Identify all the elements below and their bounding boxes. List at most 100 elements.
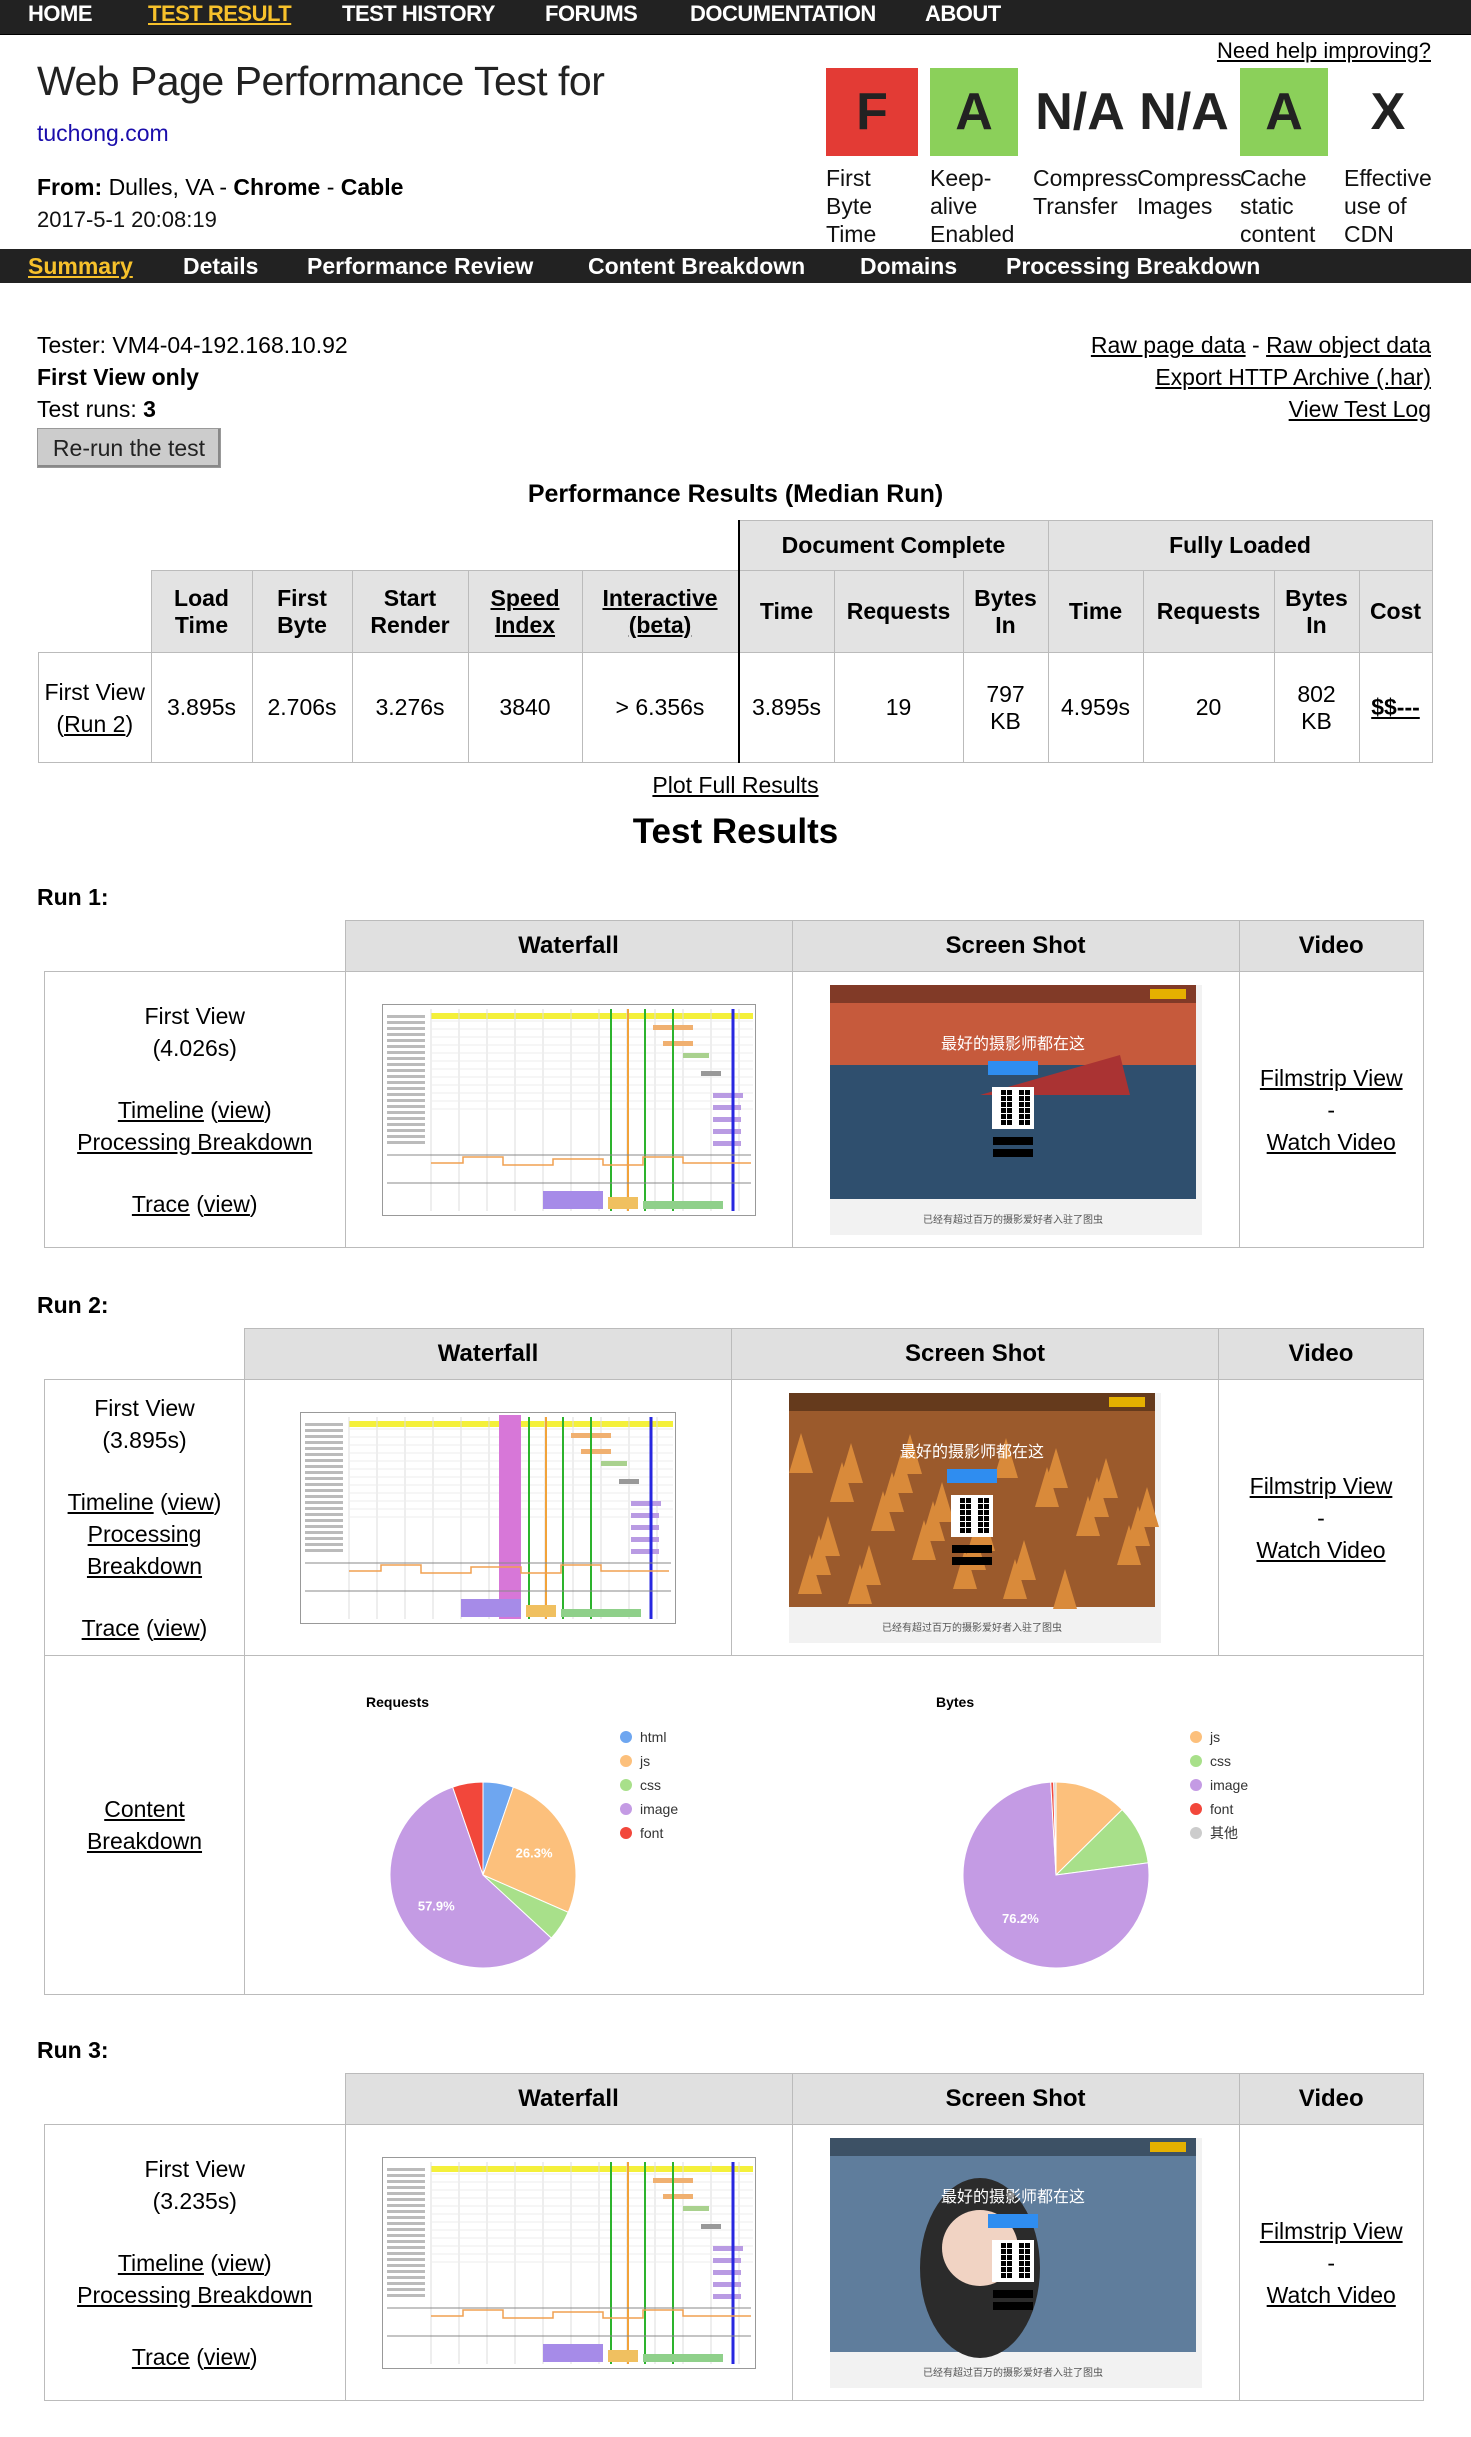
legend-swatch xyxy=(1190,1779,1202,1791)
page-title: Web Page Performance Test for xyxy=(37,58,605,104)
nav-forums[interactable]: FORUMS xyxy=(545,0,638,28)
processing-breakdown-link[interactable]: Processing Breakdown xyxy=(77,2282,312,2308)
filmstrip-view-link[interactable]: Filmstrip View xyxy=(1260,2218,1403,2244)
grade-cache-static[interactable]: A xyxy=(1240,68,1328,156)
run-1-table: Waterfall Screen Shot Video First View (4… xyxy=(44,920,1424,1248)
col-first-byte: First Byte xyxy=(251,570,353,653)
run-2-screenshot-cell: 最好的摄影师都在这 已经有超过百万的摄影爱好者入驻了图虫 xyxy=(731,1379,1219,1656)
val-cost-link[interactable]: $$--- xyxy=(1358,652,1433,763)
trace-view-link[interactable]: view xyxy=(204,1191,250,1217)
legend-entry: image xyxy=(1210,1777,1248,1793)
waterfall-thumbnail[interactable] xyxy=(300,1411,676,1624)
tested-site-link[interactable]: tuchong.com xyxy=(37,120,169,147)
waterfall-bar xyxy=(700,2223,721,2229)
grade-cdn[interactable]: X xyxy=(1342,68,1434,156)
waterfall-thumbnail[interactable] xyxy=(381,1003,756,1216)
grade-compress-images[interactable]: N/A xyxy=(1134,68,1234,156)
grade-keep-alive[interactable]: A xyxy=(930,68,1018,156)
waterfall-bar xyxy=(712,2245,743,2251)
col-doc-bytes: Bytes In xyxy=(962,570,1049,653)
timeline-link[interactable]: Timeline xyxy=(118,2250,204,2276)
col-speed-index[interactable]: Speed Index xyxy=(467,570,583,653)
screenshot-banner: 最好的摄影师都在这 xyxy=(940,1034,1084,1053)
tab-performance-review[interactable]: Performance Review xyxy=(307,249,533,283)
group-fully-loaded: Fully Loaded xyxy=(1047,520,1433,571)
need-help-link[interactable]: Need help improving? xyxy=(1217,38,1431,64)
tab-processing-breakdown[interactable]: Processing Breakdown xyxy=(1006,249,1260,283)
val-first-byte: 2.706s xyxy=(251,652,353,763)
run-2-link[interactable]: Run 2 xyxy=(64,711,125,737)
processing-breakdown-link[interactable]: Processing Breakdown xyxy=(77,1129,312,1155)
plot-full-results-link[interactable]: Plot Full Results xyxy=(0,772,1471,799)
timeline-link[interactable]: Timeline xyxy=(118,1097,204,1123)
run-2-video-cell: Filmstrip View - Watch Video xyxy=(1218,1379,1424,1656)
nav-home[interactable]: HOME xyxy=(28,0,93,28)
screenshot-thumbnail[interactable]: 最好的摄影师都在这已经有超过百万的摄影爱好者入驻了图虫 xyxy=(789,1392,1161,1643)
content-breakdown-link[interactable]: Content Breakdown xyxy=(85,1793,205,1857)
tester-id: Tester: VM4-04-192.168.10.92 xyxy=(37,332,348,358)
legend-swatch xyxy=(620,1803,632,1815)
sub-nav: Summary Details Performance Review Conte… xyxy=(0,249,1471,283)
tab-details[interactable]: Details xyxy=(183,249,258,283)
raw-data-links: Raw page data - Raw object data xyxy=(1090,332,1431,358)
legend-swatch xyxy=(1190,1803,1202,1815)
group-document-complete: Document Complete xyxy=(738,520,1049,571)
table-row: First View (Run 2) 3.895s 2.706s 3.276s 3… xyxy=(38,652,1433,763)
watch-video-link[interactable]: Watch Video xyxy=(1256,1537,1385,1563)
legend-entry: css xyxy=(640,1777,661,1793)
watch-video-link[interactable]: Watch Video xyxy=(1267,2282,1396,2308)
trace-link[interactable]: Trace xyxy=(82,1615,140,1641)
top-nav: HOME TEST RESULT TEST HISTORY FORUMS DOC… xyxy=(0,0,1471,35)
legend-swatch xyxy=(620,1755,632,1767)
col-cost: Cost xyxy=(1358,570,1433,653)
trace-link[interactable]: Trace xyxy=(132,1191,190,1217)
col-waterfall: Waterfall xyxy=(344,920,793,972)
screenshot-thumbnail[interactable]: 最好的摄影师都在这已经有超过百万的摄影爱好者入驻了图虫 xyxy=(829,2137,1202,2388)
view-test-log-link[interactable]: View Test Log xyxy=(1289,396,1431,423)
nav-about[interactable]: ABOUT xyxy=(925,0,1001,28)
timeline-view-link[interactable]: view xyxy=(218,2250,264,2276)
run-1-video-cell: Filmstrip View - Watch Video xyxy=(1238,971,1424,1248)
timeline-link[interactable]: Timeline xyxy=(68,1489,154,1515)
timeline-view-link[interactable]: view xyxy=(218,1097,264,1123)
waterfall-thumbnail[interactable] xyxy=(381,2156,756,2369)
col-doc-time: Time xyxy=(738,570,835,653)
content-breakdown-charts: Requests 26.3% 57.9% html js css image font Byte… xyxy=(244,1655,1424,1995)
col-interactive[interactable]: Interactive (beta) xyxy=(581,570,740,653)
trace-view-link[interactable]: view xyxy=(204,2344,250,2370)
filmstrip-view-link[interactable]: Filmstrip View xyxy=(1250,1473,1393,1499)
raw-object-data-link[interactable]: Raw object data xyxy=(1266,332,1431,358)
tab-domains[interactable]: Domains xyxy=(860,249,957,283)
trace-view-link[interactable]: view xyxy=(154,1615,200,1641)
grade-compress-transfer[interactable]: N/A xyxy=(1030,68,1130,156)
raw-page-data-link[interactable]: Raw page data xyxy=(1091,332,1246,358)
screenshot-thumbnail[interactable]: 最好的摄影师都在这已经有超过百万的摄影爱好者入驻了图虫 xyxy=(829,984,1202,1235)
tab-content-breakdown[interactable]: Content Breakdown xyxy=(588,249,805,283)
legend-entry: font xyxy=(1210,1801,1233,1817)
nav-test-history[interactable]: TEST HISTORY xyxy=(342,0,495,28)
col-full-bytes: Bytes In xyxy=(1273,570,1360,653)
grade-label-compress-images: Compress Images xyxy=(1137,165,1242,219)
legend-entry: image xyxy=(640,1801,678,1817)
slice-label: 26.3% xyxy=(516,1846,553,1861)
nav-test-result[interactable]: TEST RESULT xyxy=(148,0,292,28)
filmstrip-view-link[interactable]: Filmstrip View xyxy=(1260,1065,1403,1091)
legend-entry: js xyxy=(639,1753,650,1769)
waterfall-bar xyxy=(619,1478,639,1484)
waterfall-bar xyxy=(662,1040,693,1046)
rerun-button[interactable]: Re-run the test xyxy=(37,428,221,468)
trace-link[interactable]: Trace xyxy=(132,2344,190,2370)
waterfall-bar xyxy=(682,2205,709,2211)
grade-label-compress-transfer: Compress Transfer xyxy=(1033,165,1138,219)
grade-first-byte[interactable]: F xyxy=(826,68,918,156)
run-1-info: First View (4.026s) Timeline (view) Proce… xyxy=(44,971,346,1248)
watch-video-link[interactable]: Watch Video xyxy=(1267,1129,1396,1155)
timeline-view-link[interactable]: view xyxy=(168,1489,214,1515)
export-har-link[interactable]: Export HTTP Archive (.har) xyxy=(1155,364,1431,391)
nav-documentation[interactable]: DOCUMENTATION xyxy=(690,0,876,28)
test-results-title: Test Results xyxy=(632,812,839,851)
processing-breakdown-link[interactable]: Processing Breakdown xyxy=(70,1518,220,1582)
waterfall-bar xyxy=(712,1092,743,1098)
pie-charts: Requests 26.3% 57.9% html js css image font Byte… xyxy=(366,1694,1248,1969)
tab-summary[interactable]: Summary xyxy=(28,249,133,283)
